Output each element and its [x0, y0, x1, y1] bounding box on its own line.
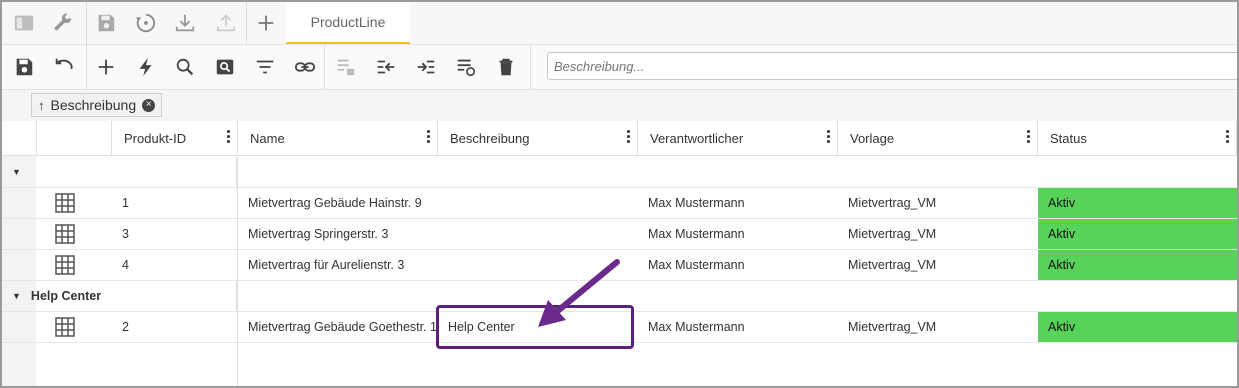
header-label: Vorlage	[850, 130, 895, 146]
header-label: Beschreibung	[450, 130, 530, 146]
save-icon[interactable]	[11, 54, 37, 80]
tab-productline[interactable]: ProductLine	[286, 2, 410, 44]
toolbar	[2, 45, 1237, 90]
zoom-box-icon[interactable]	[212, 54, 238, 80]
divider	[86, 2, 87, 44]
table-row[interactable]: 1 Mietvertrag Gebäude Hainstr. 9 Max Mus…	[2, 188, 1237, 219]
status-badge[interactable]: Aktiv	[1038, 312, 1237, 342]
divider	[86, 45, 87, 89]
header-status[interactable]: Status	[1038, 121, 1237, 156]
record-grid-icon[interactable]	[55, 224, 75, 244]
header-label: Produkt-ID	[124, 130, 187, 146]
cell-name[interactable]: Mietvertrag Gebäude Hainstr. 9	[238, 188, 438, 218]
cell-name[interactable]: Mietvertrag Gebäude Goethestr. 1	[238, 312, 438, 342]
status-badge[interactable]: Aktiv	[1038, 250, 1237, 280]
app-window: ProductLine Beschreibung... ↑ Beschreibu…	[0, 0, 1239, 388]
cell-produkt-id[interactable]: 2	[112, 312, 238, 342]
cell-vorlage[interactable]: Mietvertrag_VM	[838, 219, 1038, 249]
search-icon[interactable]	[172, 54, 198, 80]
record-grid-icon[interactable]	[55, 317, 75, 337]
column-menu-icon[interactable]	[427, 130, 431, 143]
cell-beschreibung[interactable]	[438, 188, 638, 218]
history-list-icon[interactable]	[453, 54, 479, 80]
close-icon[interactable]: ×	[142, 98, 156, 112]
trash-icon[interactable]	[493, 54, 519, 80]
divider	[246, 2, 247, 44]
undo-icon[interactable]	[51, 54, 77, 80]
annotation-arrow-icon	[538, 259, 620, 327]
plus-icon[interactable]	[253, 10, 279, 36]
cell-vorlage[interactable]: Mietvertrag_VM	[838, 250, 1038, 280]
link-icon[interactable]	[292, 54, 318, 80]
header-name[interactable]: Name	[238, 121, 438, 156]
group-row[interactable]: ▼	[2, 157, 1237, 188]
header-gutter	[2, 121, 37, 156]
cell-produkt-id[interactable]: 4	[112, 250, 238, 280]
column-menu-icon[interactable]	[227, 130, 231, 143]
search-input[interactable]	[547, 52, 1237, 80]
header-vorlage[interactable]: Vorlage	[838, 121, 1038, 156]
history-icon[interactable]	[132, 10, 158, 36]
header-icon-col	[37, 121, 112, 156]
divider	[530, 45, 531, 89]
header-label: Status	[1050, 130, 1087, 146]
sort-chip-label: Beschreibung	[50, 97, 137, 113]
column-menu-icon[interactable]	[1027, 130, 1031, 143]
indent-right-icon[interactable]	[413, 54, 439, 80]
column-menu-icon[interactable]	[1226, 130, 1230, 143]
header-verantwortlicher[interactable]: Verantwortlicher	[638, 121, 838, 156]
cell-name[interactable]: Mietvertrag für Aurelienstr. 3	[238, 250, 438, 280]
wrench-icon[interactable]	[50, 10, 76, 36]
divider	[324, 45, 325, 89]
indent-left-icon[interactable]	[373, 54, 399, 80]
chevron-down-icon[interactable]: ▼	[12, 291, 21, 301]
sort-chip-bar: ↑ Beschreibung ×	[2, 90, 1237, 122]
column-menu-icon[interactable]	[827, 130, 831, 143]
header-beschreibung[interactable]: Beschreibung	[438, 121, 638, 156]
header-produkt-id[interactable]: Produkt-ID	[112, 121, 238, 156]
cell-name[interactable]: Mietvertrag Springerstr. 3	[238, 219, 438, 249]
cell-beschreibung[interactable]	[438, 219, 638, 249]
cell-verantwortlicher[interactable]: Max Mustermann	[638, 188, 838, 218]
download-icon[interactable]	[172, 10, 198, 36]
cell-vorlage[interactable]: Mietvertrag_VM	[838, 312, 1038, 342]
save-list-icon[interactable]	[333, 54, 359, 80]
sidebar-icon[interactable]	[11, 10, 37, 36]
save-icon[interactable]	[93, 10, 119, 36]
sort-chip[interactable]: ↑ Beschreibung ×	[31, 93, 163, 117]
header-label: Name	[250, 130, 285, 146]
lightning-icon[interactable]	[133, 54, 159, 80]
record-grid-icon[interactable]	[55, 193, 75, 213]
group-toggle[interactable]: ▼	[2, 157, 237, 187]
group-toggle[interactable]: ▼ Help Center	[2, 281, 237, 311]
group-label: Help Center	[30, 289, 102, 303]
top-bar: ProductLine	[2, 2, 1237, 45]
sort-arrow-icon: ↑	[38, 97, 45, 113]
upload-icon[interactable]	[213, 10, 239, 36]
table-row[interactable]: 3 Mietvertrag Springerstr. 3 Max Musterm…	[2, 219, 1237, 250]
cell-produkt-id[interactable]: 1	[112, 188, 238, 218]
column-divider	[237, 157, 238, 386]
plus-icon[interactable]	[93, 54, 119, 80]
cell-produkt-id[interactable]: 3	[112, 219, 238, 249]
status-badge[interactable]: Aktiv	[1038, 188, 1237, 218]
column-menu-icon[interactable]	[627, 130, 631, 143]
header-label: Verantwortlicher	[650, 130, 744, 146]
filter-icon[interactable]	[252, 54, 278, 80]
status-badge[interactable]: Aktiv	[1038, 219, 1237, 249]
cell-verantwortlicher[interactable]: Max Mustermann	[638, 250, 838, 280]
record-grid-icon[interactable]	[55, 255, 75, 275]
cell-vorlage[interactable]: Mietvertrag_VM	[838, 188, 1038, 218]
cell-verantwortlicher[interactable]: Max Mustermann	[638, 219, 838, 249]
chevron-down-icon[interactable]: ▼	[12, 167, 21, 177]
cell-verantwortlicher[interactable]: Max Mustermann	[638, 312, 838, 342]
